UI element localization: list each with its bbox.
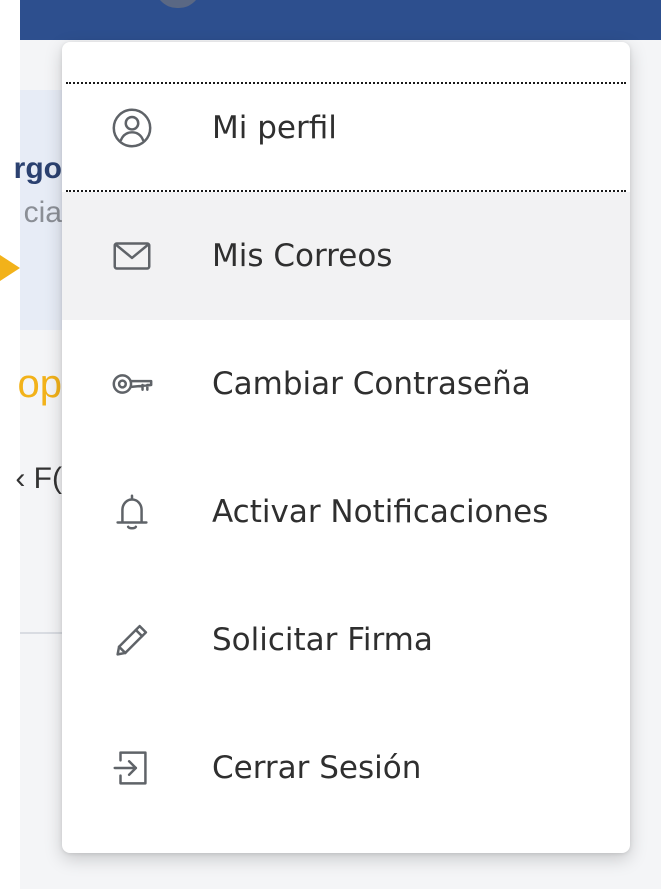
- menu-item-label: Mis Correos: [212, 238, 393, 274]
- menu-item-solicitar-firma[interactable]: Solicitar Firma: [62, 576, 630, 704]
- pencil-icon: [104, 612, 160, 668]
- menu-item-cerrar-sesion[interactable]: Cerrar Sesión: [62, 704, 630, 832]
- menu-item-mi-perfil[interactable]: Mi perfil: [62, 64, 630, 192]
- arrow-right-icon: [0, 255, 20, 281]
- bell-icon: [104, 484, 160, 540]
- top-navigation-bar: [20, 0, 661, 40]
- section-text-peek: ‹ F(: [15, 462, 62, 495]
- menu-item-activar-notificaciones[interactable]: Activar Notificaciones: [62, 448, 630, 576]
- user-circle-icon: [104, 100, 160, 156]
- menu-item-label: Cambiar Contraseña: [212, 366, 531, 402]
- avatar[interactable]: [155, 0, 201, 8]
- card-title-peek: rgo: [13, 152, 62, 185]
- menu-item-mis-correos[interactable]: Mis Correos: [62, 192, 630, 320]
- menu-item-cambiar-contrasena[interactable]: Cambiar Contraseña: [62, 320, 630, 448]
- app-screen: rgo cia op ‹ F( Mi perfil Mis Correos Ca…: [0, 0, 661, 889]
- card-subtitle-peek: cia: [23, 196, 62, 229]
- menu-item-label: Mi perfil: [212, 110, 337, 146]
- envelope-icon: [104, 228, 160, 284]
- key-icon: [104, 356, 160, 412]
- section-heading-peek: op: [17, 362, 63, 406]
- menu-item-label: Cerrar Sesión: [212, 750, 422, 786]
- menu-item-label: Activar Notificaciones: [212, 494, 549, 530]
- menu-item-label: Solicitar Firma: [212, 622, 433, 658]
- user-dropdown-menu: Mi perfil Mis Correos Cambiar Contraseña: [62, 42, 630, 853]
- sign-out-icon: [104, 740, 160, 796]
